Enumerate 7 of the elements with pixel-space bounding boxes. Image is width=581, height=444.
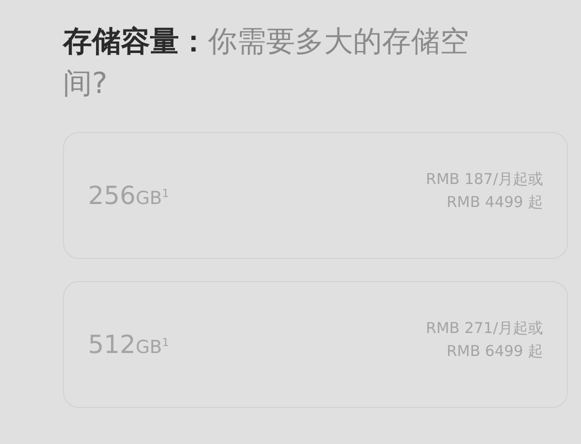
monthly-price: RMB 187/月起或 [426, 170, 543, 188]
capacity-label: 256GB$^{1}$ [88, 181, 170, 210]
capacity-label: 512GB$^{1}$ [88, 330, 170, 359]
monthly-price: RMB 271/月起或 [426, 318, 543, 338]
section-heading: 存储容量：你需要多大的存储空间? [63, 23, 470, 102]
full-price: RMB 4499 起 [446, 192, 543, 212]
full-price: RMB 6499 起 [446, 342, 543, 360]
